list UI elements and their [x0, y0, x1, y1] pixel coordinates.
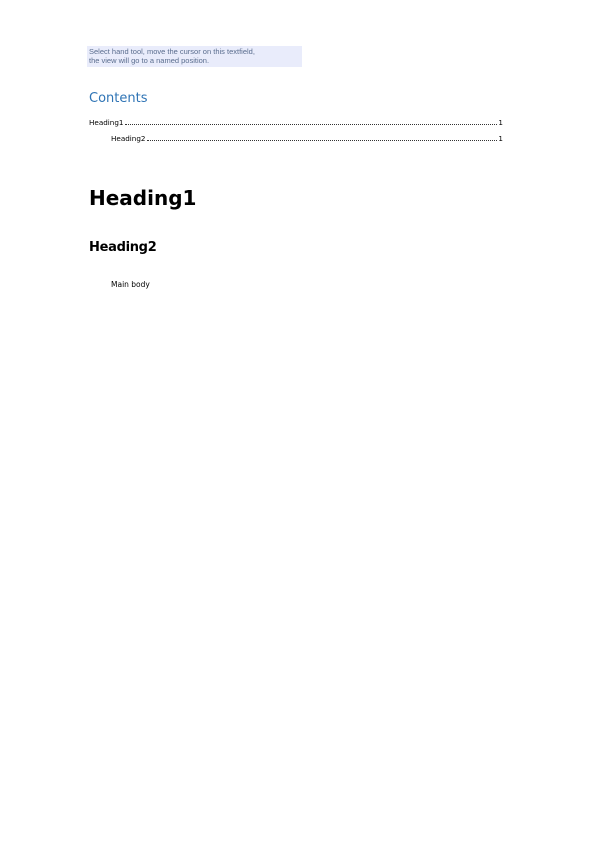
toc-entry-label: Heading1	[89, 118, 124, 127]
toc-entry-page: 1	[498, 134, 503, 143]
toc-entry-heading2[interactable]: Heading2 1	[111, 134, 503, 143]
toc-entry-page: 1	[498, 118, 503, 127]
main-body-text: Main body	[111, 280, 150, 289]
heading-2: Heading2	[89, 240, 157, 255]
named-position-textfield[interactable]: Select hand tool, move the cursor on thi…	[87, 46, 302, 67]
toc-title: Contents	[89, 91, 148, 106]
toc-dot-leader	[147, 140, 498, 141]
toc-dot-leader	[125, 124, 498, 125]
toc-entry-label: Heading2	[111, 134, 146, 143]
textfield-line-2: the view will go to a named position.	[89, 55, 210, 65]
heading-1: Heading1	[89, 186, 197, 210]
toc-entry-heading1[interactable]: Heading1 1	[89, 118, 503, 127]
